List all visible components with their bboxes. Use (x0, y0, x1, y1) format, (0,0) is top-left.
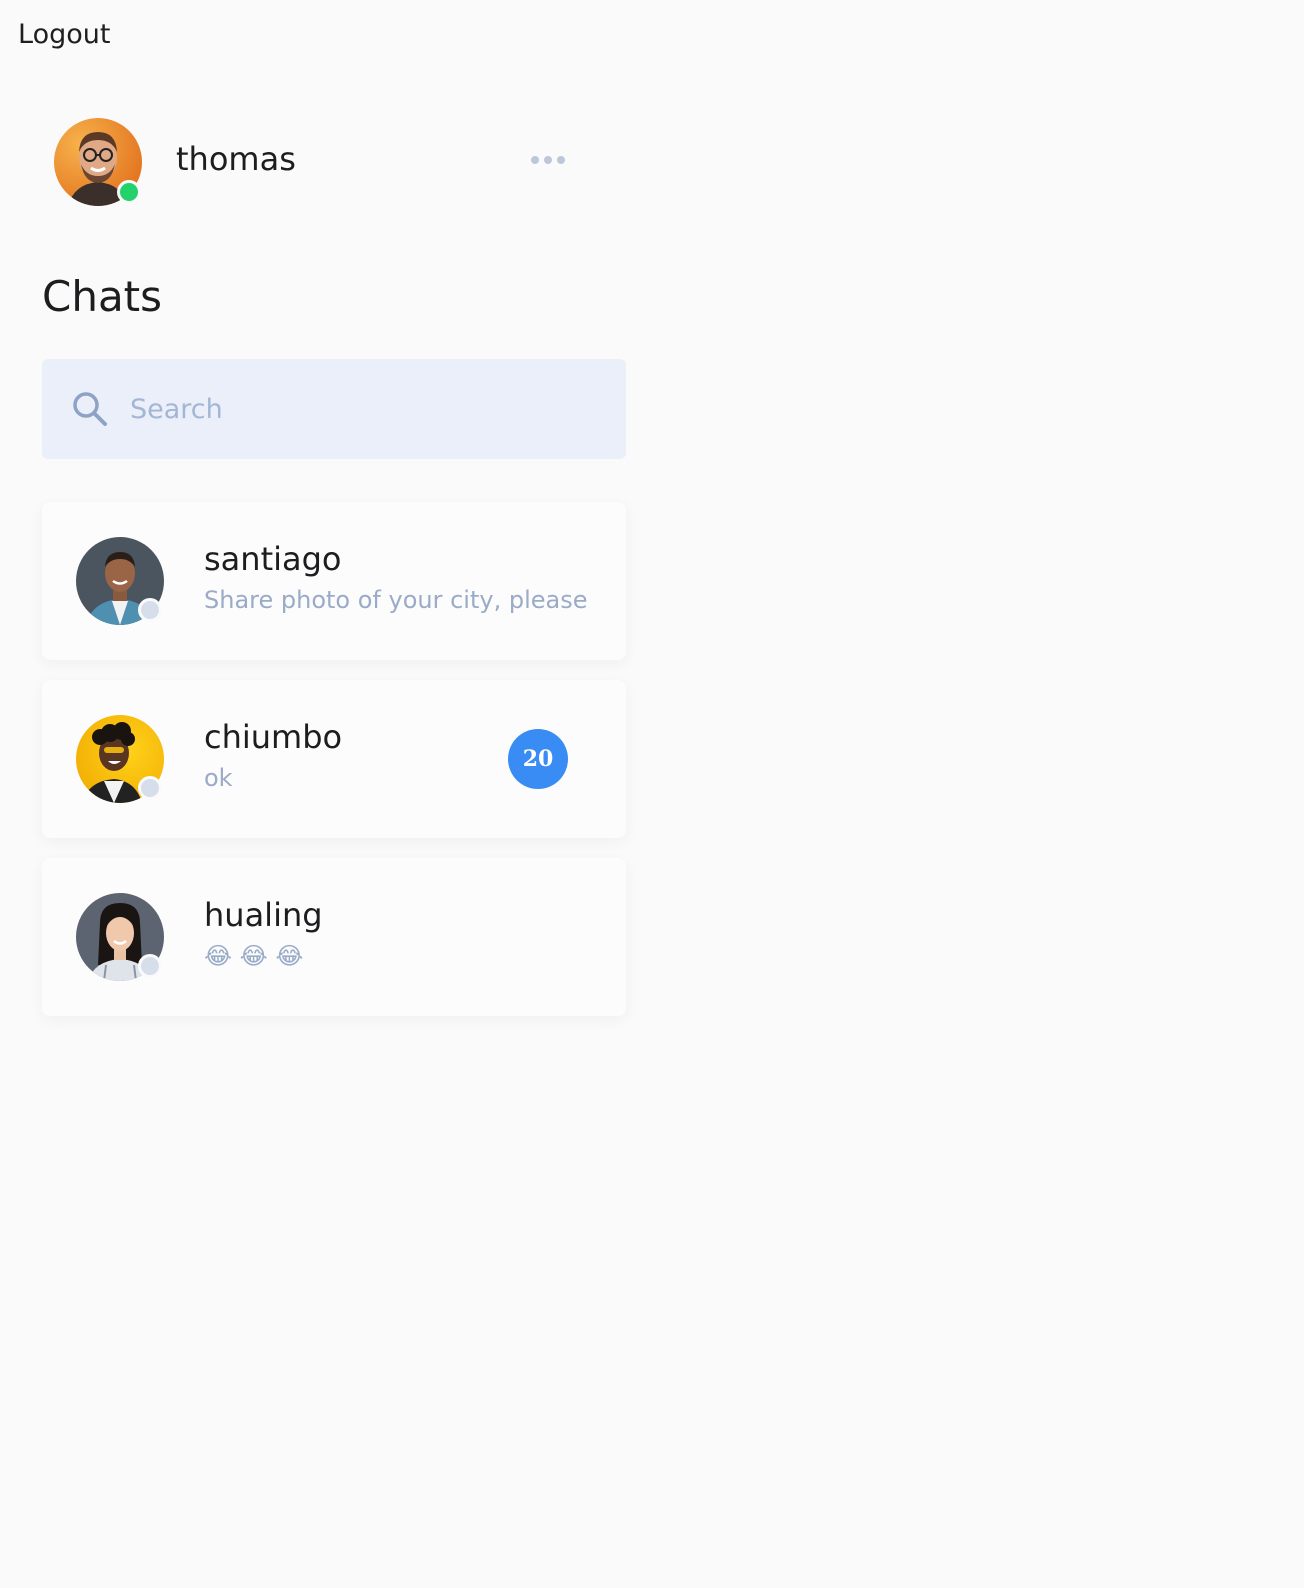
search-box (42, 359, 626, 459)
online-status-indicator (117, 180, 141, 204)
chat-last-message: ok (204, 764, 233, 792)
avatar[interactable] (54, 118, 142, 206)
chat-contact-name: hualing (204, 896, 323, 934)
chat-contact-name: santiago (204, 540, 342, 578)
avatar (76, 893, 164, 981)
chat-list-item-hualing[interactable]: hualing 😂 😂 😂 (42, 858, 626, 1016)
more-options-icon[interactable] (531, 156, 565, 164)
page-title: Chats (42, 272, 163, 321)
offline-status-indicator (138, 954, 162, 978)
avatar (76, 715, 164, 803)
chat-list-item-santiago[interactable]: santiago Share photo of your city, pleas… (42, 502, 626, 660)
search-icon (73, 392, 107, 426)
offline-status-indicator (138, 598, 162, 622)
current-user-profile: thomas (54, 118, 574, 206)
chat-last-message: 😂 😂 😂 (204, 942, 304, 970)
chat-list-item-chiumbo[interactable]: chiumbo ok 20 (42, 680, 626, 838)
logout-button[interactable]: Logout (18, 19, 110, 50)
chat-contact-name: chiumbo (204, 718, 343, 756)
chat-last-message: Share photo of your city, please (204, 586, 588, 614)
avatar (76, 537, 164, 625)
current-user-name: thomas (176, 140, 296, 178)
offline-status-indicator (138, 776, 162, 800)
search-input[interactable] (130, 387, 590, 431)
unread-count-badge: 20 (508, 729, 568, 789)
